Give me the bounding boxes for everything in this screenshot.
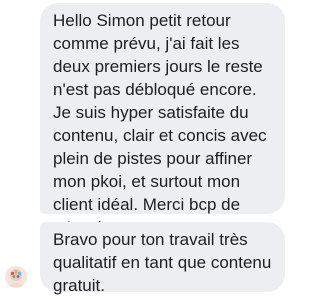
avatar-image — [5, 266, 27, 288]
avatar[interactable] — [5, 266, 27, 288]
message-text: Bravo pour ton travail très qualitatif e… — [53, 230, 272, 295]
message-bubble[interactable]: Hello Simon petit retour comme prévu, j'… — [40, 3, 285, 260]
message-bubble[interactable]: Bravo pour ton travail très qualitatif e… — [40, 222, 285, 295]
chat-thread: Hello Simon petit retour comme prévu, j'… — [0, 0, 300, 299]
